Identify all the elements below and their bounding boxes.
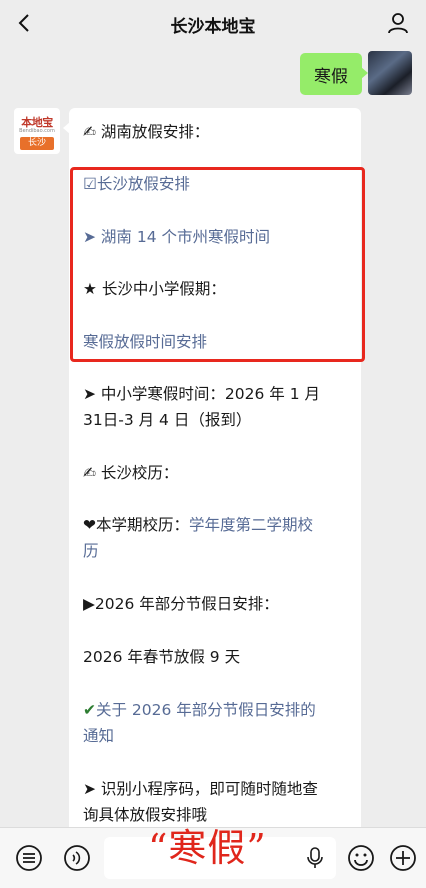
message-line: ➤ 中小学寒假时间：2026 年 1 月 bbox=[83, 385, 321, 403]
voice-icon[interactable] bbox=[62, 843, 92, 873]
user-message-bubble[interactable]: 寒假 bbox=[300, 53, 368, 95]
message-line: 31日-3 月 4 日（报到） bbox=[83, 411, 252, 429]
link-holiday-notice-cont[interactable]: 通知 bbox=[83, 723, 349, 749]
page-title: 长沙本地宝 bbox=[170, 17, 256, 37]
link-school-calendar[interactable]: 学年度第二学期校 bbox=[189, 516, 313, 534]
logo-subtext: Bendibao.com bbox=[19, 128, 55, 134]
logo-city: 长沙 bbox=[20, 137, 54, 150]
plus-icon[interactable] bbox=[388, 843, 418, 873]
microphone-icon[interactable] bbox=[302, 845, 328, 871]
overlay-caption: “寒假” bbox=[148, 826, 267, 870]
message-text: ❤本学期校历： bbox=[83, 516, 189, 534]
message-line: ❤本学期校历：学年度第二学期校 bbox=[83, 512, 349, 538]
bot-avatar[interactable]: 本地宝 Bendibao.com 长沙 bbox=[14, 108, 60, 154]
top-bar: 长沙本地宝 bbox=[0, 0, 426, 46]
message-line: ✍ 长沙校历： bbox=[83, 464, 179, 482]
message-line: ✍ 湖南放假安排： bbox=[83, 123, 210, 141]
person-icon[interactable] bbox=[386, 11, 410, 35]
highlight-box bbox=[70, 167, 365, 362]
message-line: ▶2026 年部分节假日安排： bbox=[83, 595, 279, 613]
emoji-icon[interactable] bbox=[346, 843, 376, 873]
check-mark: ✔ bbox=[83, 701, 96, 719]
message-line: ✔关于 2026 年部分节假日安排的 bbox=[83, 697, 349, 723]
message-line: ➤ 识别小程序码，即可随时随地查 bbox=[83, 780, 318, 798]
message-line: 2026 年春节放假 9 天 bbox=[83, 648, 241, 666]
user-message-text: 寒假 bbox=[314, 66, 348, 87]
link-holiday-notice[interactable]: 关于 2026 年部分节假日安排的 bbox=[96, 701, 316, 719]
link-school-calendar-cont[interactable]: 历 bbox=[83, 538, 349, 564]
user-avatar[interactable] bbox=[368, 51, 412, 95]
list-icon[interactable] bbox=[14, 843, 44, 873]
